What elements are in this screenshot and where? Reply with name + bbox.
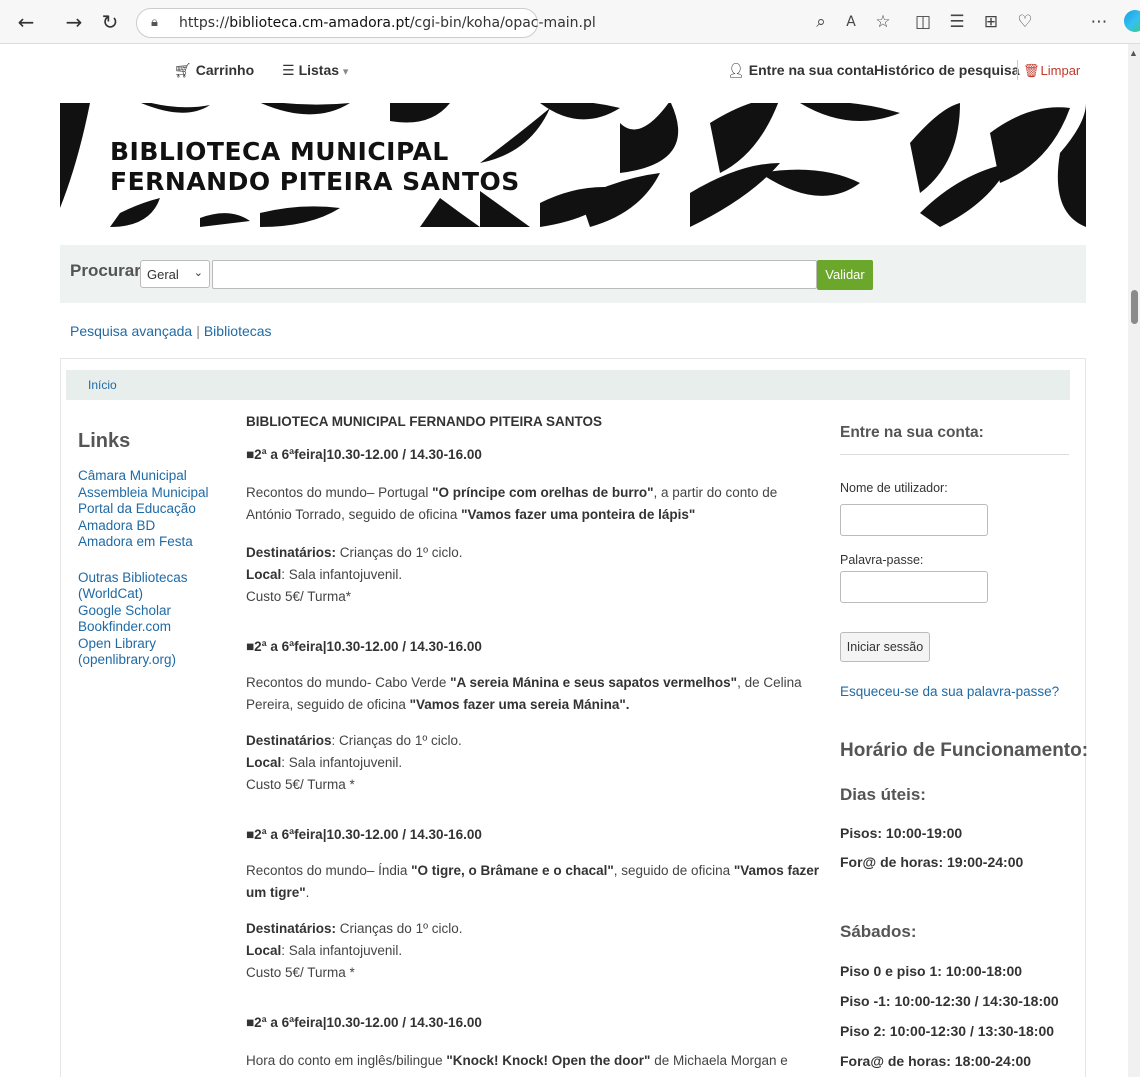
list-icon: ☰ (282, 63, 295, 79)
search-label: Procurar (70, 261, 141, 280)
main-title: BIBLIOTECA MUNICIPAL FERNANDO PITEIRA SA… (246, 414, 603, 429)
copilot-icon[interactable] (1124, 10, 1140, 32)
username-label: Nome de utilizador: (840, 481, 948, 495)
search-sublinks: Pesquisa avançada | Bibliotecas (70, 323, 272, 339)
url-text: https://biblioteca.cm-amadora.pt/cgi-bin… (179, 15, 596, 31)
favorite-star-icon[interactable]: ☆ (872, 11, 894, 33)
login-button[interactable]: Iniciar sessão (840, 632, 930, 662)
event-description: Recontos do mundo- Cabo Verde "A sereia … (246, 675, 802, 712)
page-content: 🛒︎ Carrinho ☰ Listas ▾ 👤︎ Entre na sua cont… (0, 44, 1128, 1077)
event-schedule: ■2ª a 6ªfeira|10.30-12.00 / 14.30-16.00 (246, 827, 482, 842)
caret-down-icon: ▾ (342, 66, 349, 78)
banner-title: BIBLIOTECA MUNICIPAL FERNANDO PITEIRA SA… (110, 137, 520, 196)
link-camara-municipal[interactable]: Câmara Municipal (78, 468, 228, 485)
advanced-search-link[interactable]: Pesquisa avançada (70, 323, 192, 339)
collections-icon[interactable]: ⊞ (980, 11, 1002, 33)
link-bookfinder[interactable]: Bookfinder.com (78, 619, 228, 636)
lists-menu[interactable]: ☰ Listas ▾ (282, 62, 348, 79)
breadcrumb: Início (66, 370, 1070, 400)
event-details: Destinatários: Crianças do 1º ciclo. Loc… (246, 545, 463, 604)
trash-icon: 🗑︎ (1023, 64, 1040, 79)
link-google-scholar[interactable]: Google Scholar (78, 603, 228, 620)
event-description: Recontos do mundo– Portugal "O príncipe … (246, 485, 778, 522)
weekdays-heading: Dias úteis: (840, 785, 926, 804)
hours-line: Piso 0 e piso 1: 10:00-18:00 (840, 963, 1023, 979)
event-details: Destinatários: Crianças do 1º ciclo. Loc… (246, 733, 462, 792)
browser-essentials-icon[interactable]: ♡ (1014, 11, 1036, 33)
password-input[interactable] (840, 571, 988, 603)
scrollbar-thumb[interactable] (1131, 290, 1138, 324)
login-link[interactable]: 👤︎ Entre na sua conta (727, 62, 874, 79)
login-heading: Entre na sua conta: (840, 424, 984, 441)
user-icon: 👤︎ (727, 63, 745, 79)
link-assembleia-municipal[interactable]: Assembleia Municipal (78, 485, 228, 502)
sublinks-separator: | (196, 323, 200, 339)
search-history-link[interactable]: Histórico de pesquisa (874, 62, 1019, 78)
zoom-icon[interactable]: ⌕ (810, 11, 832, 33)
search-submit-button[interactable]: Validar (817, 260, 873, 290)
search-bar: Procurar Geral ⌄ Validar (60, 245, 1086, 303)
link-open-library[interactable]: Open Library (openlibrary.org) (78, 636, 228, 669)
page-info-icon[interactable]: 🔒︎ (151, 15, 158, 30)
username-input[interactable] (840, 504, 988, 536)
link-amadora-bd[interactable]: Amadora BD (78, 518, 228, 535)
hours-line: Pisos: 10:00-19:00 (840, 825, 963, 841)
scroll-up-icon[interactable]: ▲ (1129, 48, 1138, 58)
event-description: Recontos do mundo– Índia "O tigre, o Brâ… (246, 863, 820, 900)
forward-arrow-icon[interactable]: → (62, 10, 86, 34)
address-bar[interactable]: 🔒︎ https://biblioteca.cm-amadora.pt/cgi-… (136, 8, 596, 38)
event-description: Hora do conto em inglês/bilingue "Knock!… (246, 1053, 788, 1077)
event-details: Destinatários: Crianças do 1º ciclo. Loc… (246, 921, 463, 980)
links-gap (78, 551, 228, 570)
chevron-down-icon: ⌄ (193, 266, 203, 279)
link-worldcat[interactable]: Outras Bibliotecas (WorldCat) (78, 570, 228, 603)
forgot-password-link[interactable]: Esqueceu-se da sua palavra-passe? (840, 684, 1059, 699)
event-schedule: ■2ª a 6ªfeira|10.30-12.00 / 14.30-16.00 (246, 447, 482, 462)
links-heading: Links (78, 430, 131, 452)
login-divider (840, 454, 1069, 455)
more-options-icon[interactable]: ⋯ (1088, 11, 1110, 33)
scrollbar-track[interactable] (1128, 44, 1140, 1077)
top-navigation: 🛒︎ Carrinho ☰ Listas ▾ 👤︎ Entre na sua cont… (0, 44, 1128, 96)
password-label: Palavra-passe: (840, 553, 924, 567)
library-banner: BIBLIOTECA MUNICIPAL FERNANDO PITEIRA SA… (60, 103, 1086, 227)
link-amadora-em-festa[interactable]: Amadora em Festa (78, 534, 228, 551)
split-screen-icon[interactable]: ◫ (912, 11, 934, 33)
read-aloud-icon[interactable]: A (840, 11, 862, 33)
search-scope-select[interactable]: Geral ⌄ (140, 260, 210, 288)
clear-history-link[interactable]: 🗑︎Limpar (1023, 63, 1080, 79)
opening-hours-heading: Horário de Funcionamento: (840, 740, 1089, 761)
hours-line: Piso 2: 10:00-12:30 / 13:30-18:00 (840, 1023, 1055, 1039)
libraries-link[interactable]: Bibliotecas (204, 323, 272, 339)
saturdays-heading: Sábados: (840, 922, 917, 941)
reload-icon[interactable]: ↻ (98, 10, 122, 34)
breadcrumb-home-link[interactable]: Início (88, 378, 117, 392)
favorites-list-icon[interactable]: ☰ (946, 11, 968, 33)
link-portal-educacao[interactable]: Portal da Educação (78, 501, 228, 518)
event-schedule: ■2ª a 6ªfeira|10.30-12.00 / 14.30-16.00 (246, 639, 482, 654)
cart-icon: 🛒︎ (174, 63, 192, 79)
nav-divider (1017, 60, 1018, 80)
browser-toolbar: ← → ↻ 🔒︎ https://biblioteca.cm-amadora.p… (0, 0, 1140, 44)
search-input[interactable] (212, 260, 817, 289)
back-arrow-icon[interactable]: ← (14, 10, 38, 34)
hours-line: For@ de horas: 19:00-24:00 (840, 854, 1024, 870)
event-schedule: ■2ª a 6ªfeira|10.30-12.00 / 14.30-16.00 (246, 1015, 482, 1030)
hours-line: Piso -1: 10:00-12:30 / 14:30-18:00 (840, 993, 1059, 1009)
cart-link[interactable]: 🛒︎ Carrinho (174, 62, 254, 79)
links-list: Câmara Municipal Assembleia Municipal Po… (78, 468, 228, 669)
hours-line: Fora@ de horas: 18:00-24:00 (840, 1053, 1032, 1069)
